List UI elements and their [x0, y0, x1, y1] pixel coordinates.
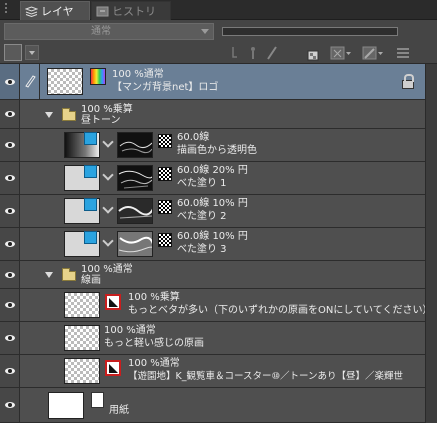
layer-opacity-mode: 100 %通常: [128, 358, 180, 369]
tone-icon: [158, 200, 172, 214]
gradient-layer-icon: [84, 132, 97, 145]
chevron-down-icon: [201, 29, 209, 34]
pen-icon[interactable]: [24, 74, 36, 88]
lock-transparency-icon[interactable]: [306, 45, 320, 61]
layer-name: もっとベタが多い（下のいずれかの原画をONにしていてください）: [128, 305, 433, 316]
layer-folder-tone[interactable]: 100 %乗算 昼トーン: [0, 100, 425, 129]
layer-name: 用紙: [109, 405, 129, 416]
layer-color-swatch[interactable]: [4, 44, 22, 61]
folder-icon: [62, 108, 76, 121]
layer-name: 【遊園地】K_観覧車＆コースター⑩／トーンあり【昼】／楽輝世: [128, 371, 404, 382]
tab-layer[interactable]: レイヤー: [20, 1, 90, 37]
eye-icon[interactable]: [5, 175, 15, 181]
raster-layer-icon: [105, 360, 121, 376]
layer-row-more-beta[interactable]: 100 %乗算 もっとベタが多い（下のいずれかの原画をONにしていてください）: [0, 289, 432, 322]
mask-thumbnail: [117, 198, 153, 224]
fill-layer-icon: [84, 165, 97, 178]
layer-tone-setting: 60.0線: [177, 132, 210, 143]
tone-icon: [158, 134, 172, 148]
opacity-slider[interactable]: [222, 27, 398, 36]
paper-icon: [91, 392, 104, 408]
layer-row-logo[interactable]: 100 %通常 【マンガ背景net】ロゴ: [0, 64, 425, 100]
layer-opacity-mode: 100 %乗算: [81, 104, 133, 115]
layer-row-fill-3[interactable]: 60.0線 10% 円 べた塗り 3: [0, 228, 425, 261]
mask-thumbnail: [117, 165, 153, 191]
blend-mode-value: 通常: [91, 26, 111, 37]
mask-link-icon: [102, 202, 114, 214]
layer-property-bar: 通常: [0, 20, 437, 42]
layer-list-scrollbar[interactable]: [425, 64, 437, 423]
layer-tool-bar: [0, 42, 437, 101]
layer-thumbnail: [64, 325, 100, 351]
layer-row-gradient[interactable]: 60.0線 描画色から透明色: [0, 129, 425, 162]
mask-link-icon: [102, 136, 114, 148]
folder-icon: [62, 268, 76, 281]
layer-row-fill-1[interactable]: 60.0線 20% 円 べた塗り 1: [0, 162, 425, 195]
panel-menu-grip-icon[interactable]: [2, 3, 12, 17]
layer-row-paper[interactable]: 用紙: [0, 388, 425, 423]
layer-name: もっと軽い感じの原画: [104, 338, 204, 349]
raster-layer-icon: [105, 294, 121, 310]
layer-opacity-mode: 100 %通常: [81, 264, 133, 275]
eye-icon[interactable]: [5, 368, 15, 374]
mask-link-icon: [102, 169, 114, 181]
reference-icon[interactable]: [248, 45, 258, 61]
layer-name: 【マンガ背景net】ロゴ: [112, 82, 219, 93]
eye-icon[interactable]: [5, 111, 15, 117]
mask-add-icon[interactable]: [330, 45, 352, 61]
layer-menu-icon[interactable]: [395, 45, 411, 61]
layer-thumbnail: [47, 68, 83, 95]
panel-tab-bar: レイヤー ヒストリー: [0, 0, 437, 37]
layer-opacity-mode: 100 %通常: [112, 69, 164, 80]
layers-icon: [25, 6, 38, 17]
layer-name: 線画: [81, 275, 101, 286]
layer-opacity-mode: 100 %乗算: [128, 292, 180, 303]
clip-icon[interactable]: [230, 45, 240, 61]
eye-icon[interactable]: [5, 272, 15, 278]
eye-icon[interactable]: [5, 241, 15, 247]
layer-name: 描画色から透明色: [177, 145, 257, 156]
layer-color-dropdown[interactable]: [25, 45, 39, 60]
eye-icon[interactable]: [5, 402, 15, 408]
folder-expand-icon[interactable]: [45, 272, 53, 278]
layer-thumbnail: [64, 292, 100, 318]
layer-name: 昼トーン: [81, 115, 121, 126]
layer-opacity-mode: 100 %通常: [104, 325, 156, 336]
layer-row-amusement[interactable]: 100 %通常 【遊園地】K_観覧車＆コースター⑩／トーンあり【昼】／楽輝世: [0, 355, 425, 388]
layer-thumbnail: [48, 392, 84, 419]
eye-icon[interactable]: [5, 208, 15, 214]
layer-tone-setting: 60.0線 20% 円: [177, 165, 248, 176]
ruler-icon[interactable]: [362, 45, 384, 61]
tab-history[interactable]: ヒストリー: [91, 1, 171, 37]
tone-icon: [158, 167, 172, 181]
layer-row-light[interactable]: 100 %通常 もっと軽い感じの原画: [0, 322, 425, 355]
fill-layer-icon: [84, 198, 97, 211]
eye-icon[interactable]: [5, 79, 15, 85]
lock-icon[interactable]: [402, 74, 414, 89]
layer-thumbnail: [64, 358, 100, 384]
mask-thumbnail: [117, 132, 153, 158]
eye-icon[interactable]: [5, 142, 15, 148]
mask-thumbnail: [117, 231, 153, 257]
layer-name: べた塗り 3: [177, 244, 227, 255]
mask-link-icon: [102, 235, 114, 247]
fill-layer-icon: [84, 231, 97, 244]
folder-expand-icon[interactable]: [45, 112, 53, 118]
history-icon: [96, 6, 109, 17]
eye-icon[interactable]: [5, 302, 15, 308]
draft-icon[interactable]: [266, 45, 278, 61]
layer-list: 100 %通常 【マンガ背景net】ロゴ 100 %乗算 昼トーン 60.0線 …: [0, 64, 437, 423]
rainbow-layer-icon: [90, 68, 106, 85]
layer-tone-setting: 60.0線 10% 円: [177, 231, 248, 242]
blend-mode-select[interactable]: 通常: [4, 23, 214, 40]
layer-tone-setting: 60.0線 10% 円: [177, 198, 248, 209]
layer-name: べた塗り 1: [177, 178, 227, 189]
layer-row-fill-2[interactable]: 60.0線 10% 円 べた塗り 2: [0, 195, 425, 228]
eye-icon[interactable]: [5, 335, 15, 341]
layer-name: べた塗り 2: [177, 211, 227, 222]
layer-folder-lineart[interactable]: 100 %通常 線画: [0, 261, 425, 289]
tone-icon: [158, 233, 172, 247]
